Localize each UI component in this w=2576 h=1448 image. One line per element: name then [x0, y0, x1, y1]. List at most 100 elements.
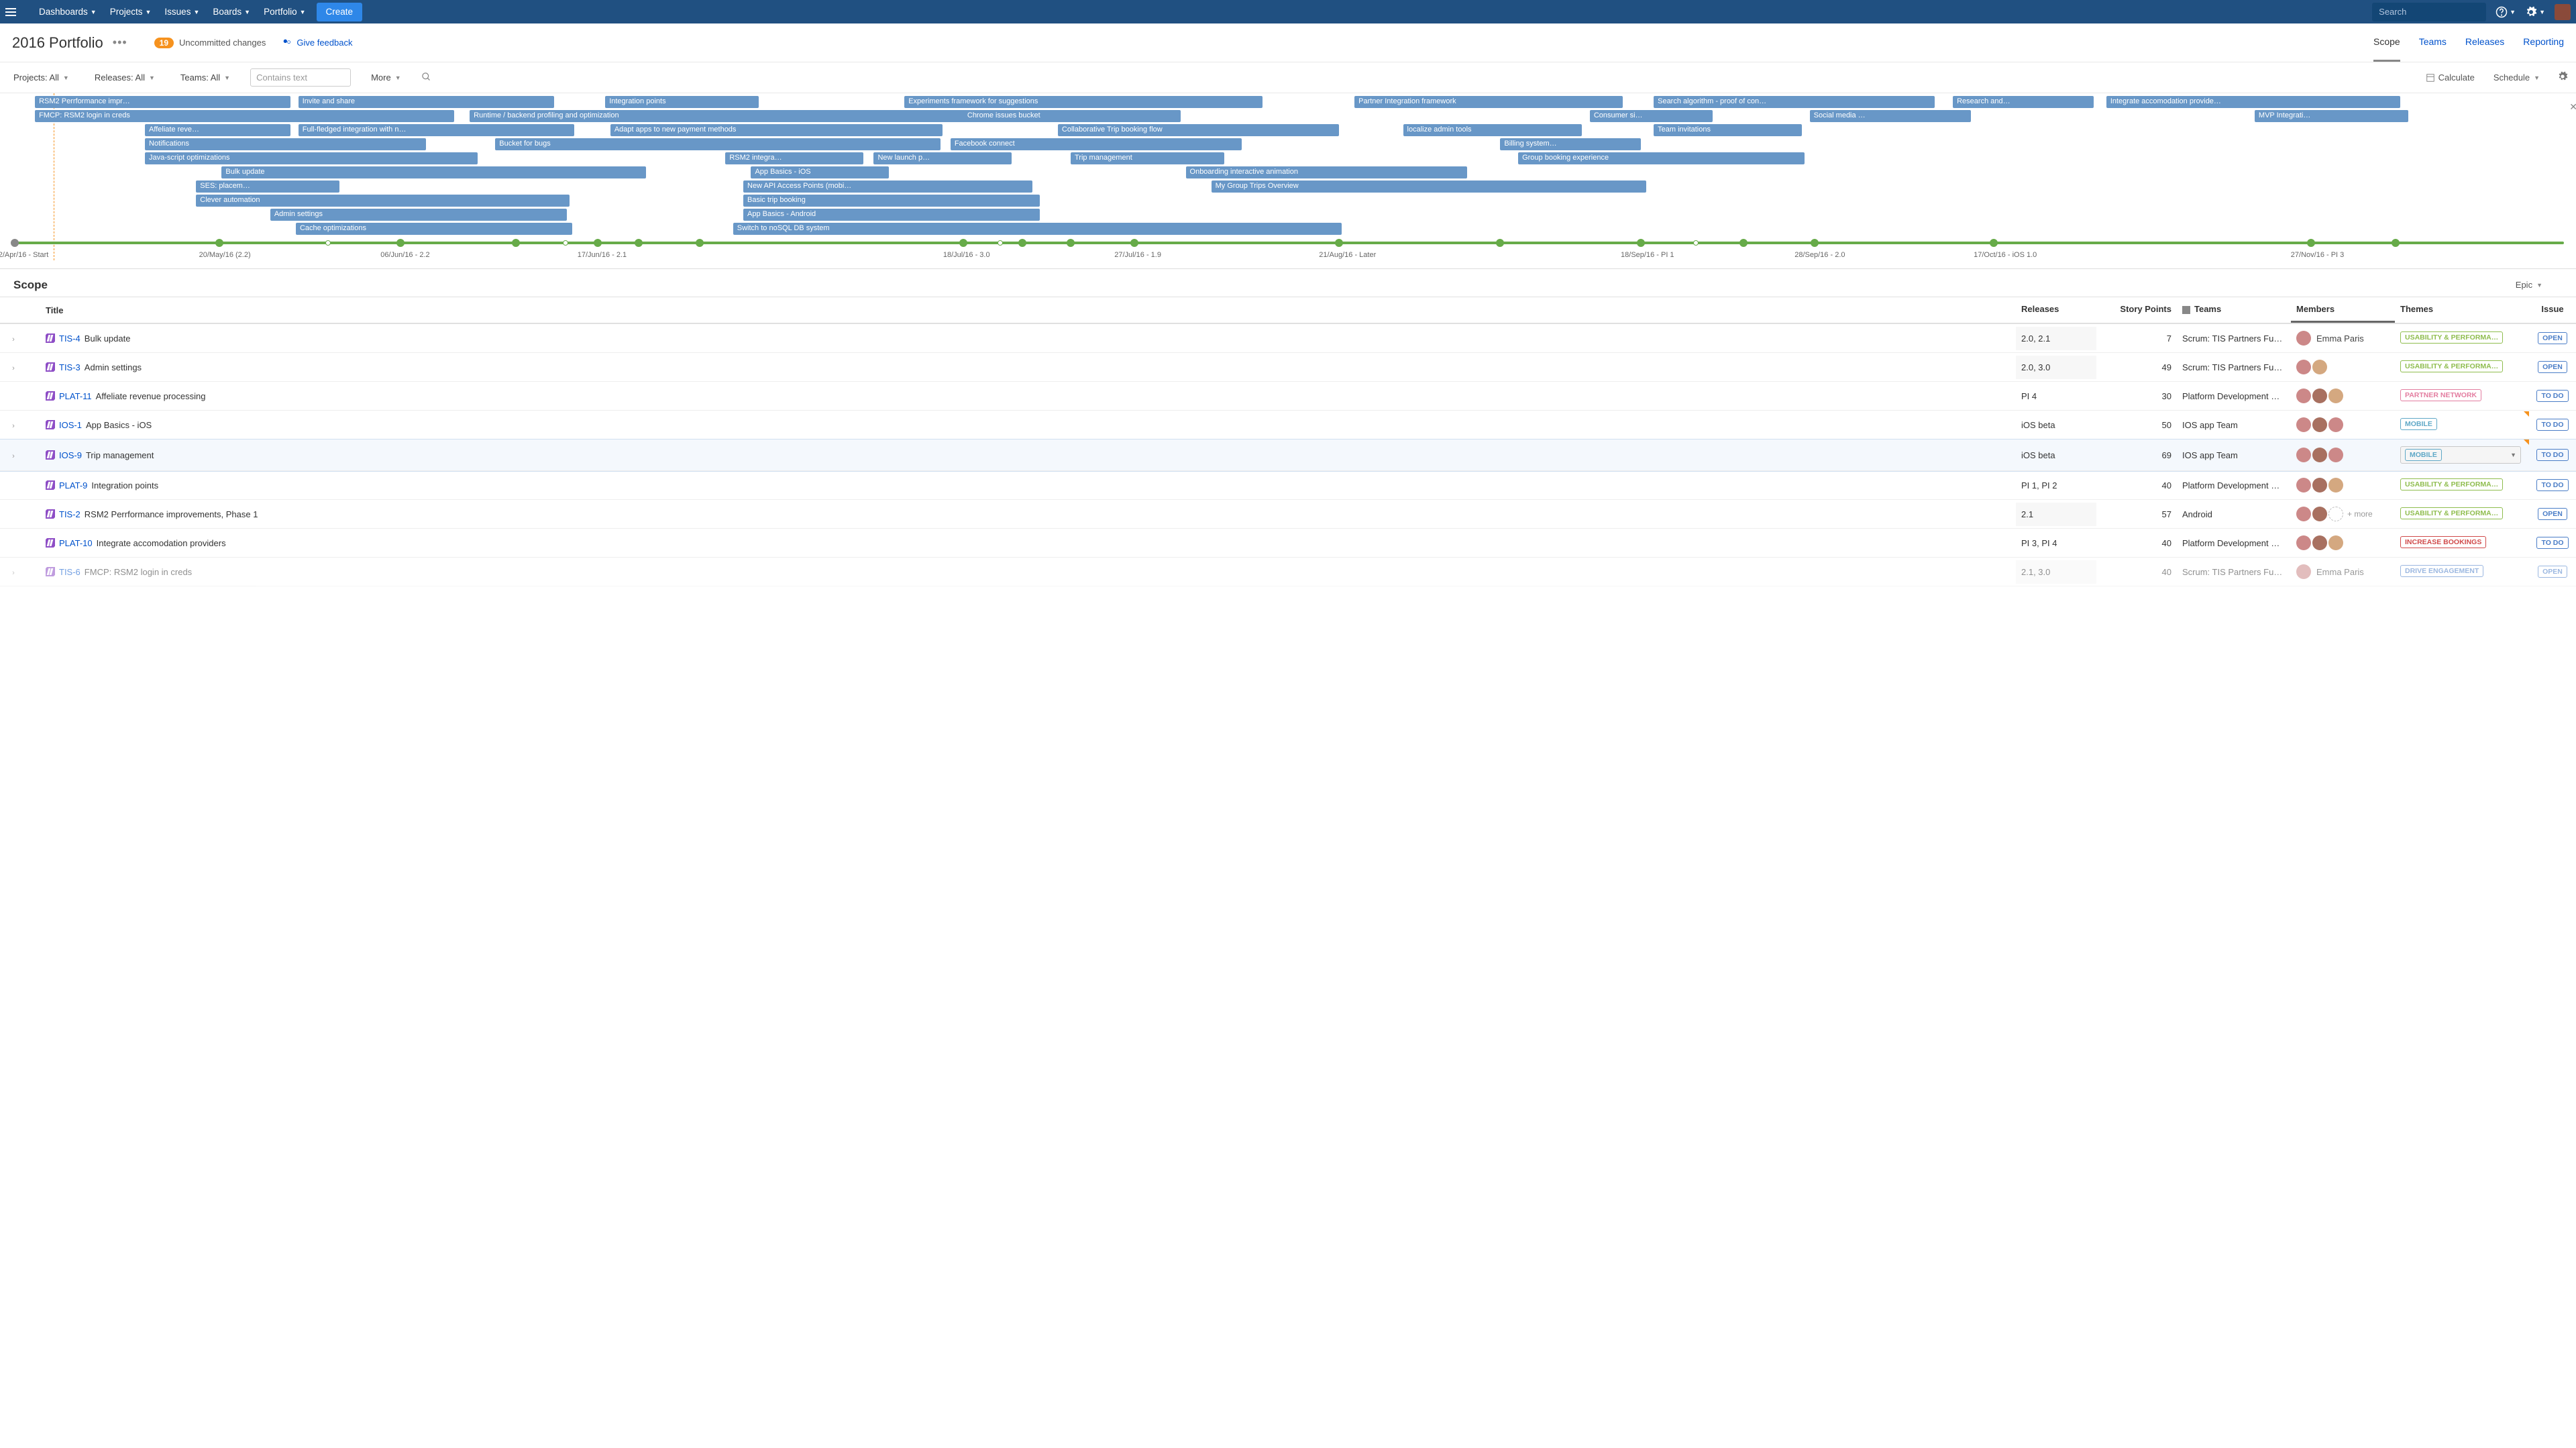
close-timeline-icon[interactable]: ✕ — [2569, 101, 2576, 113]
timeline-bar[interactable]: My Group Trips Overview — [1212, 180, 1646, 193]
filter-search-icon[interactable] — [421, 72, 431, 84]
table-row[interactable]: TIS-2RSM2 Perrformance improvements, Pha… — [0, 500, 2576, 529]
member-avatar[interactable] — [2296, 564, 2311, 579]
issue-key[interactable]: TIS-3 — [59, 362, 80, 372]
status-lozenge[interactable]: OPEN — [2538, 566, 2567, 578]
timeline-bar[interactable]: Clever automation — [196, 195, 570, 207]
team-cell[interactable]: Scrum: TIS Partners Fu… — [2177, 356, 2291, 379]
release-cell[interactable]: 2.0, 3.0 — [2016, 356, 2096, 379]
timeline-bar[interactable]: Bulk update — [221, 166, 646, 178]
story-points-cell[interactable]: 57 — [2096, 503, 2177, 526]
timeline-bar[interactable]: Java-script optimizations — [145, 152, 478, 164]
timeline-bar[interactable]: Runtime / backend profiling and optimiza… — [470, 110, 968, 122]
theme-cell[interactable]: MOBILE▼ — [2395, 439, 2529, 470]
theme-cell[interactable]: USABILITY & PERFORMA… — [2395, 325, 2529, 352]
timeline-bar[interactable]: MVP Integrati… — [2255, 110, 2408, 122]
member-avatar[interactable] — [2296, 389, 2311, 403]
table-row[interactable]: PLAT-10Integrate accomodation providersP… — [0, 529, 2576, 558]
members-cell[interactable] — [2291, 471, 2395, 499]
issue-key[interactable]: IOS-9 — [59, 450, 82, 460]
timeline-tick[interactable] — [1739, 239, 1748, 247]
table-row[interactable]: PLAT-9Integration pointsPI 1, PI 240Plat… — [0, 471, 2576, 500]
members-cell[interactable]: Emma Paris — [2291, 324, 2395, 352]
timeline-tick[interactable] — [1018, 239, 1026, 247]
team-cell[interactable]: Android — [2177, 503, 2291, 526]
timeline-bar[interactable]: Trip management — [1071, 152, 1224, 164]
member-avatar[interactable] — [2312, 417, 2327, 432]
timeline-bar[interactable]: Chrome issues bucket — [963, 110, 1181, 122]
team-cell[interactable]: IOS app Team — [2177, 413, 2291, 437]
timeline-tick[interactable] — [1637, 239, 1645, 247]
team-cell[interactable]: Scrum: TIS Partners Fu… — [2177, 560, 2291, 584]
nav-item-dashboards[interactable]: Dashboards▼ — [32, 0, 103, 23]
timeline-bar[interactable]: Experiments framework for suggestions — [904, 96, 1263, 108]
tab-teams[interactable]: Teams — [2419, 23, 2447, 62]
filter-projects[interactable]: Projects: All▼ — [8, 70, 74, 85]
member-avatar[interactable] — [2312, 389, 2327, 403]
timeline-bar[interactable]: Basic trip booking — [743, 195, 1040, 207]
timeline-bar[interactable]: Billing system… — [1500, 138, 1641, 150]
nav-item-portfolio[interactable]: Portfolio▼ — [257, 0, 312, 23]
theme-cell[interactable]: DRIVE ENGAGEMENT — [2395, 558, 2529, 586]
timeline-tick[interactable] — [2392, 239, 2400, 247]
timeline-bar[interactable]: Facebook connect — [951, 138, 1242, 150]
table-row[interactable]: ›TIS-4Bulk update2.0, 2.17Scrum: TIS Par… — [0, 324, 2576, 353]
timeline-bar[interactable]: localize admin tools — [1403, 124, 1582, 136]
member-avatar[interactable] — [2328, 478, 2343, 493]
release-cell[interactable]: PI 4 — [2016, 384, 2096, 408]
team-cell[interactable]: Platform Development … — [2177, 384, 2291, 408]
tab-scope[interactable]: Scope — [2373, 23, 2400, 62]
member-avatar[interactable] — [2296, 417, 2311, 432]
members-cell[interactable] — [2291, 353, 2395, 381]
timeline-tick[interactable] — [1496, 239, 1504, 247]
timeline-tick[interactable] — [215, 239, 223, 247]
timeline-bar[interactable]: Partner Integration framework — [1354, 96, 1623, 108]
issue-key[interactable]: IOS-1 — [59, 420, 82, 430]
timeline-bar[interactable]: App Basics - Android — [743, 209, 1040, 221]
timeline-tick[interactable] — [563, 240, 568, 246]
timeline-bar[interactable]: RSM2 integra… — [725, 152, 863, 164]
table-row[interactable]: PLAT-11Affeliate revenue processingPI 43… — [0, 382, 2576, 411]
table-row[interactable]: ›IOS-9Trip managementiOS beta69IOS app T… — [0, 439, 2576, 471]
release-cell[interactable]: 2.1, 3.0 — [2016, 560, 2096, 584]
settings-icon[interactable]: ▼ — [2525, 6, 2545, 18]
member-avatar[interactable] — [2296, 360, 2311, 374]
member-avatar[interactable] — [2312, 507, 2327, 521]
timeline-bar[interactable]: Research and… — [1953, 96, 2094, 108]
story-points-cell[interactable]: 40 — [2096, 474, 2177, 497]
timeline-tick[interactable] — [325, 240, 331, 246]
status-lozenge[interactable]: TO DO — [2536, 419, 2568, 431]
status-lozenge[interactable]: TO DO — [2536, 479, 2568, 491]
member-avatar[interactable] — [2328, 535, 2343, 550]
members-cell[interactable] — [2291, 441, 2395, 469]
status-lozenge[interactable]: OPEN — [2538, 508, 2567, 520]
timeline-tick[interactable] — [512, 239, 520, 247]
status-lozenge[interactable]: OPEN — [2538, 361, 2567, 373]
team-cell[interactable]: IOS app Team — [2177, 444, 2291, 467]
filter-more[interactable]: More▼ — [366, 70, 407, 85]
theme-cell[interactable]: PARTNER NETWORK — [2395, 382, 2529, 410]
timeline-bar[interactable]: Collaborative Trip booking flow — [1058, 124, 1339, 136]
release-cell[interactable]: 2.0, 2.1 — [2016, 327, 2096, 350]
tab-releases[interactable]: Releases — [2465, 23, 2504, 62]
issue-key[interactable]: PLAT-10 — [59, 538, 93, 548]
timeline-tick[interactable] — [696, 239, 704, 247]
timeline-bar[interactable]: Admin settings — [270, 209, 567, 221]
expand-icon[interactable]: › — [12, 364, 15, 372]
timeline-bar[interactable]: Integrate accomodation provide… — [2106, 96, 2400, 108]
issue-key[interactable]: TIS-4 — [59, 333, 80, 344]
issue-key[interactable]: TIS-6 — [59, 567, 80, 577]
theme-cell[interactable]: MOBILE — [2395, 411, 2529, 439]
theme-cell[interactable]: USABILITY & PERFORMA… — [2395, 501, 2529, 528]
timeline-bar[interactable]: FMCP: RSM2 login in creds — [35, 110, 454, 122]
search-input[interactable] — [2379, 7, 2497, 17]
release-cell[interactable]: 2.1 — [2016, 503, 2096, 526]
member-avatar[interactable] — [2296, 507, 2311, 521]
hierarchy-dropdown[interactable]: Epic▼ — [2510, 277, 2548, 293]
timeline-tick[interactable] — [1811, 239, 1819, 247]
timeline-bar[interactable]: Onboarding interactive animation — [1186, 166, 1467, 178]
nav-item-boards[interactable]: Boards▼ — [206, 0, 257, 23]
timeline-bar[interactable]: Bucket for bugs — [495, 138, 940, 150]
expand-icon[interactable]: › — [12, 569, 15, 577]
timeline-tick[interactable] — [1990, 239, 1998, 247]
